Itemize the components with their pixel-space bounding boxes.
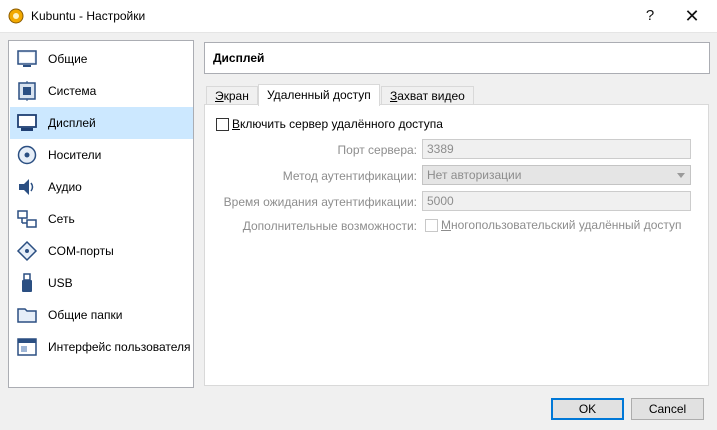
mnemonic: В [232,117,241,131]
sidebar-item-usb[interactable]: USB [10,267,193,299]
page-header: Дисплей [204,42,710,74]
auth-method-value: Нет авторизации [427,168,522,182]
auth-method-label: Метод аутентификации: [282,169,417,183]
sidebar-item-label: USB [48,276,73,290]
sidebar-item-audio[interactable]: Аудио [10,171,193,203]
sidebar-item-label: Общие [48,52,88,66]
network-icon [17,210,37,228]
cancel-button[interactable]: Cancel [631,398,704,420]
window-title: Kubuntu - Настройки [31,9,146,23]
auth-timeout-label: Время ожидания аутентификации: [223,195,417,209]
display-monitor-icon [17,114,37,131]
server-port-field[interactable]: 3389 [422,139,691,159]
extended-features-label: Дополнительные возможности: [242,219,417,233]
label-text: ключить сервер удалённого доступа [240,117,443,131]
shared-folder-icon [17,308,37,323]
auth-method-combobox[interactable]: Нет авторизации [422,165,691,185]
sidebar-item-shared-folders[interactable]: Общие папки [10,299,193,331]
user-interface-icon [17,338,37,356]
sidebar-item-serial-ports[interactable]: COM-порты [10,235,193,267]
label-text: ногопользовательский удалённый доступ [451,218,682,232]
sidebar-item-label: Общие папки [48,308,123,322]
mnemonic: М [441,218,451,232]
tab-video-capture[interactable]: Захват видео [381,86,474,105]
server-port-label: Порт сервера: [337,143,417,157]
sidebar-item-label: Дисплей [48,116,96,130]
enable-server-label[interactable]: Включить сервер удалённого доступа [232,117,443,131]
title-bar: Kubuntu - Настройки ? ✕ [0,0,717,33]
sidebar-item-display[interactable]: Дисплей [10,107,193,139]
sidebar-item-label: Сеть [48,212,75,226]
settings-category-list: Общие Система Дисплей Носители Аудио Сет… [8,40,194,388]
sidebar-item-network[interactable]: Сеть [10,203,193,235]
multi-connection-checkbox[interactable] [425,219,438,232]
tab-screen[interactable]: Экран [206,86,258,105]
ok-button[interactable]: OK [551,398,624,420]
enable-server-checkbox[interactable] [216,118,229,131]
chevron-down-icon [677,173,685,178]
tab-mnemonic: Э [215,89,224,103]
tab-remote-access[interactable]: Удаленный доступ [258,84,380,106]
sidebar-item-label: COM-порты [48,244,114,258]
sidebar-item-user-interface[interactable]: Интерфейс пользователя [10,331,193,363]
multi-connection-label[interactable]: Многопользовательский удалённый доступ [441,218,682,232]
page-title: Дисплей [213,51,265,65]
sidebar-item-general[interactable]: Общие [10,43,193,75]
auth-timeout-field[interactable]: 5000 [422,191,691,211]
sidebar-item-label: Носители [48,148,102,162]
auth-label-row: Метод аутентификации: [204,169,417,185]
sidebar-item-storage[interactable]: Носители [10,139,193,171]
system-chip-icon [18,81,36,101]
port-label-row: Порт сервера: [204,143,417,159]
close-window-button[interactable]: ✕ [670,0,714,32]
sidebar-item-label: Аудио [48,180,82,194]
serial-port-icon [16,240,38,262]
extra-label-row: Дополнительные возможности: [204,219,417,235]
general-icon [17,50,37,67]
virtualbox-app-icon [8,8,24,24]
sidebar-item-system[interactable]: Система [10,75,193,107]
tab-label: кран [223,89,249,103]
audio-speaker-icon [19,179,34,195]
tab-label: ахват видео [397,89,465,103]
usb-icon [22,273,32,292]
tab-label: Удаленный доступ [267,88,371,102]
timeout-label-row: Время ожидания аутентификации: [204,195,417,211]
sidebar-item-label: Система [48,84,97,98]
sidebar-item-label: Интерфейс пользователя [48,340,191,354]
storage-disc-icon [17,145,37,165]
help-button[interactable]: ? [628,0,672,32]
